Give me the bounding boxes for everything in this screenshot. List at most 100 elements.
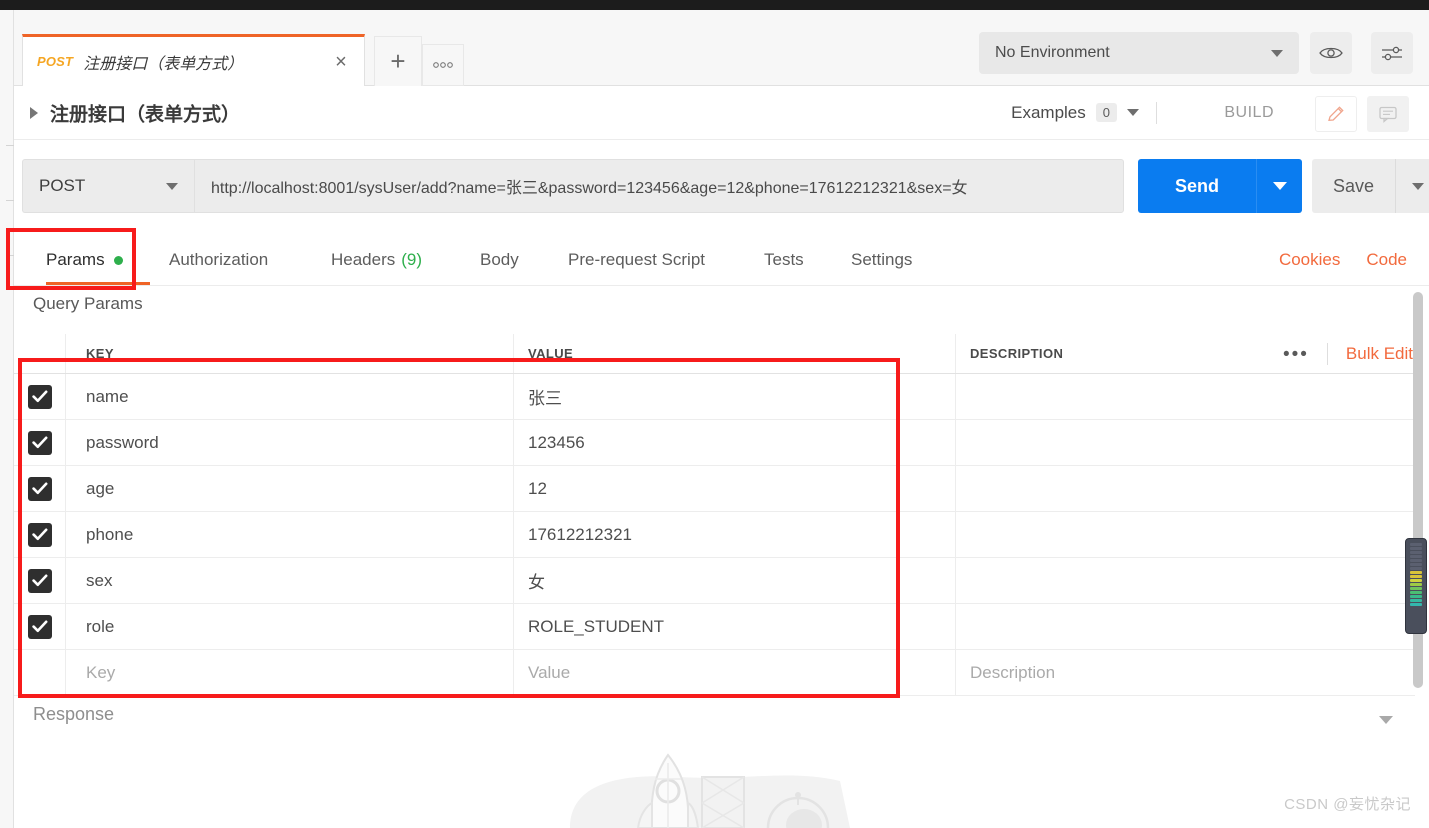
checkbox-checked-icon[interactable] xyxy=(27,568,52,593)
url-input[interactable]: http://localhost:8001/sysUser/add?name=张… xyxy=(194,159,1124,213)
request-tab-active[interactable]: POST 注册接口（表单方式） × xyxy=(22,34,365,86)
send-options-button[interactable] xyxy=(1256,159,1302,213)
checkbox-checked-icon[interactable] xyxy=(27,430,52,455)
param-value-cell-text: 女 xyxy=(528,573,545,592)
table-row[interactable]: password 123456 xyxy=(14,420,1415,466)
checkbox-checked-icon[interactable] xyxy=(27,614,52,639)
checkbox-checked-icon[interactable] xyxy=(27,476,52,501)
send-button[interactable]: Send xyxy=(1138,159,1256,213)
checkbox-checked-icon[interactable] xyxy=(27,384,52,409)
param-description-cell[interactable] xyxy=(956,466,1415,511)
param-key-cell[interactable]: age xyxy=(66,466,514,511)
param-key-cell-text: age xyxy=(86,478,115,498)
param-description-cell[interactable] xyxy=(956,558,1415,603)
param-value-cell[interactable]: 张三 xyxy=(514,374,956,419)
param-description-cell[interactable] xyxy=(956,512,1415,557)
environment-selector[interactable]: No Environment xyxy=(979,32,1299,74)
param-key-cell[interactable]: sex xyxy=(66,558,514,603)
param-value-cell-text: 123456 xyxy=(528,432,585,452)
param-key-cell[interactable]: Key xyxy=(66,650,514,695)
row-checkbox-cell[interactable] xyxy=(14,604,66,649)
tab-title-label: 注册接口（表单方式） xyxy=(83,55,244,73)
tab-body[interactable]: Body xyxy=(480,234,519,286)
param-description-cell[interactable]: Description xyxy=(956,650,1415,695)
chevron-down-icon[interactable] xyxy=(1379,716,1393,724)
expand-triangle-icon[interactable] xyxy=(30,106,38,119)
row-checkbox-cell[interactable] xyxy=(14,558,66,603)
meter-bar xyxy=(1410,571,1422,574)
param-key-cell[interactable]: phone xyxy=(66,512,514,557)
examples-dropdown[interactable]: Examples 0 xyxy=(1011,103,1139,123)
param-value-cell[interactable]: ROLE_STUDENT xyxy=(514,604,956,649)
param-key-cell-text: phone xyxy=(86,524,134,544)
url-value: http://localhost:8001/sysUser/add?name=张… xyxy=(211,180,968,197)
more-options-icon[interactable] xyxy=(422,44,464,86)
row-checkbox-cell[interactable] xyxy=(14,420,66,465)
row-checkbox-cell[interactable] xyxy=(14,512,66,557)
eye-icon xyxy=(1319,47,1343,59)
rocket-launch-illustration xyxy=(560,735,860,828)
environment-quick-look-button[interactable] xyxy=(1310,32,1352,74)
tab-params[interactable]: Params xyxy=(46,234,123,286)
meter-bar xyxy=(1410,543,1422,546)
tab-method-label: POST xyxy=(37,54,74,69)
examples-label: Examples xyxy=(1011,102,1086,122)
chevron-down-icon xyxy=(1271,49,1283,57)
row-checkbox-cell[interactable] xyxy=(14,466,66,511)
table-row[interactable]: sex 女 xyxy=(14,558,1415,604)
save-button[interactable]: Save xyxy=(1312,159,1395,213)
settings-button[interactable] xyxy=(1371,32,1413,74)
bulk-edit-button[interactable]: Bulk Edit xyxy=(1346,344,1413,364)
table-row-empty[interactable]: Key Value Description xyxy=(14,650,1415,696)
request-title-row: 注册接口（表单方式） Examples 0 BUILD xyxy=(14,86,1429,140)
row-checkbox-cell[interactable] xyxy=(14,374,66,419)
table-row[interactable]: role ROLE_STUDENT xyxy=(14,604,1415,650)
param-value-cell[interactable]: 123456 xyxy=(514,420,956,465)
http-method-selector[interactable]: POST xyxy=(22,159,194,213)
param-description-cell[interactable] xyxy=(956,374,1415,419)
param-description-cell[interactable] xyxy=(956,604,1415,649)
table-row[interactable]: age 12 xyxy=(14,466,1415,512)
save-options-button[interactable] xyxy=(1395,159,1429,213)
param-value-cell[interactable]: 女 xyxy=(514,558,956,603)
page-title: 注册接口（表单方式） xyxy=(50,104,241,125)
meter-bar xyxy=(1410,563,1422,566)
param-value-cell[interactable]: 12 xyxy=(514,466,956,511)
checkbox-checked-icon[interactable] xyxy=(27,522,52,547)
header-key: KEY xyxy=(66,334,514,373)
meter-bar xyxy=(1410,547,1422,550)
tab-tests[interactable]: Tests xyxy=(764,234,804,286)
tab-authorization[interactable]: Authorization xyxy=(169,234,268,286)
new-tab-icon[interactable]: + xyxy=(374,36,422,86)
meter-bar xyxy=(1410,599,1422,602)
param-key-cell[interactable]: name xyxy=(66,374,514,419)
close-icon[interactable]: × xyxy=(330,51,352,73)
edit-button[interactable] xyxy=(1315,96,1357,132)
row-checkbox-cell[interactable] xyxy=(14,650,66,695)
param-value-cell[interactable]: Value xyxy=(514,650,956,695)
code-link[interactable]: Code xyxy=(1366,250,1407,270)
param-key-cell[interactable]: password xyxy=(66,420,514,465)
divider xyxy=(1326,343,1328,365)
param-key-cell[interactable]: role xyxy=(66,604,514,649)
comment-button[interactable] xyxy=(1367,96,1409,132)
request-section-tabs: Cookies Code Params Authorization Headers (… xyxy=(14,234,1429,286)
table-row[interactable]: name 张三 xyxy=(14,374,1415,420)
param-description-cell-text: Description xyxy=(970,662,1056,682)
meter-bar xyxy=(1410,587,1422,590)
meter-bar xyxy=(1410,579,1422,582)
environment-selected-label: No Environment xyxy=(995,44,1110,61)
tab-label: Authorization xyxy=(169,250,269,269)
table-row[interactable]: phone 17612212321 xyxy=(14,512,1415,558)
tab-label: Params xyxy=(46,250,105,269)
cookies-link[interactable]: Cookies xyxy=(1279,250,1340,270)
tab-settings[interactable]: Settings xyxy=(851,234,912,286)
param-value-cell[interactable]: 17612212321 xyxy=(514,512,956,557)
header-checkbox-cell xyxy=(14,334,66,373)
param-key-cell-text: Key xyxy=(86,662,116,682)
tab-pre-request-script[interactable]: Pre-request Script xyxy=(568,234,705,286)
watermark: CSDN @妄忧杂记 xyxy=(1284,796,1411,813)
table-options-icon[interactable]: ••• xyxy=(1283,345,1309,364)
tab-headers[interactable]: Headers (9) xyxy=(331,234,422,286)
param-description-cell[interactable] xyxy=(956,420,1415,465)
